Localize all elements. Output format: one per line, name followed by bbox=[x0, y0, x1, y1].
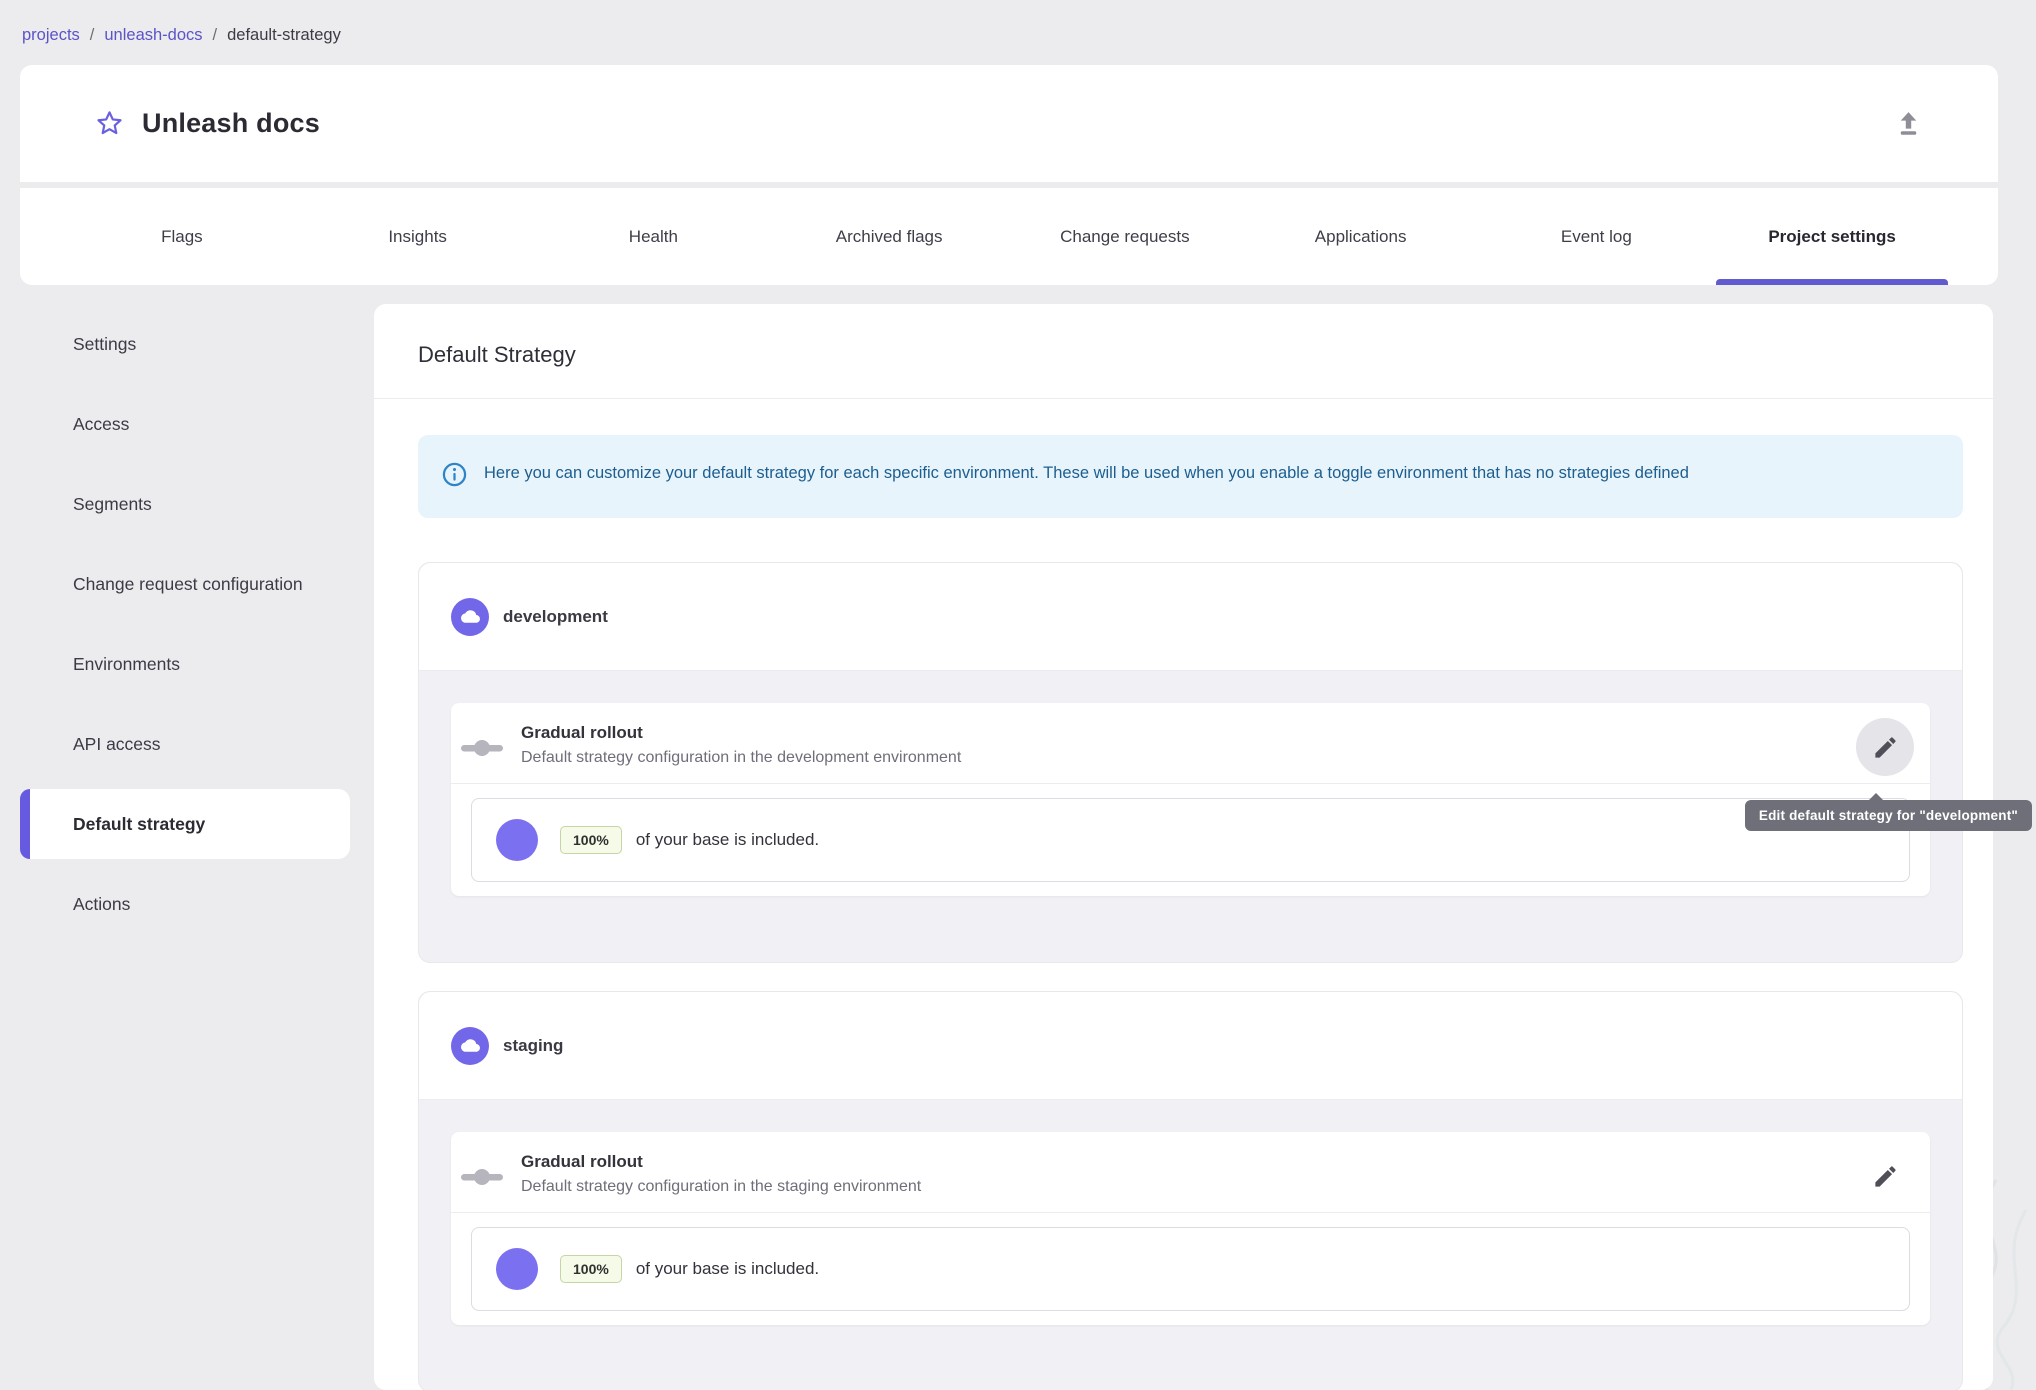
sidebar-item-segments[interactable]: Segments bbox=[20, 464, 350, 544]
info-alert: Here you can customize your default stra… bbox=[418, 435, 1963, 518]
favorite-button[interactable] bbox=[92, 107, 126, 141]
environment-card-staging: staging Gradual rollout Default strategy… bbox=[418, 991, 1963, 1390]
default-strategy-panel: Default Strategy Here you can customize … bbox=[374, 304, 2032, 1390]
sidebar-item-change-request-configuration[interactable]: Change request configuration bbox=[20, 544, 350, 624]
gradual-rollout-icon bbox=[459, 735, 505, 766]
page: projects / unleash-docs / default-strate… bbox=[0, 0, 2036, 1390]
breadcrumb-current: default-strategy bbox=[227, 26, 341, 44]
tab-event-log[interactable]: Event log bbox=[1479, 188, 1715, 285]
tab-flags[interactable]: Flags bbox=[64, 188, 300, 285]
star-icon bbox=[96, 111, 122, 135]
cloud-icon bbox=[451, 597, 489, 636]
panel-title: Default Strategy bbox=[374, 304, 1993, 399]
rollout-description: of your base is included. bbox=[635, 1259, 820, 1278]
edit-strategy-button-development[interactable] bbox=[1856, 718, 1914, 776]
tooltip-text: Edit default strategy for "development" bbox=[1758, 808, 2018, 823]
tab-archived-flags[interactable]: Archived flags bbox=[771, 188, 1007, 285]
sidebar-item-actions[interactable]: Actions bbox=[20, 864, 350, 944]
breadcrumb-separator: / bbox=[89, 26, 95, 44]
strategy-title: Gradual rollout bbox=[521, 723, 643, 742]
project-header: Unleash docs bbox=[20, 65, 1998, 182]
breadcrumb-separator: / bbox=[212, 26, 218, 44]
cloud-icon bbox=[451, 1026, 489, 1065]
strategy-card-staging: Gradual rollout Default strategy configu… bbox=[451, 1132, 1930, 1325]
tab-change-requests[interactable]: Change requests bbox=[1007, 188, 1243, 285]
gradual-rollout-icon bbox=[459, 1164, 505, 1195]
environment-name: staging bbox=[503, 1035, 564, 1055]
strategy-header: Gradual rollout Default strategy configu… bbox=[451, 1132, 1930, 1213]
strategy-body: 100% of your base is included. bbox=[451, 784, 1930, 896]
strategy-card-development: Gradual rollout Default strategy configu… bbox=[451, 703, 2032, 896]
edit-strategy-button-staging[interactable] bbox=[1856, 1147, 1914, 1205]
tab-project-settings[interactable]: Project settings bbox=[1714, 188, 1950, 285]
strategy-title: Gradual rollout bbox=[521, 1152, 643, 1171]
pencil-icon bbox=[1874, 736, 1896, 758]
environment-body-staging: Gradual rollout Default strategy configu… bbox=[419, 1100, 1962, 1390]
info-alert-text: Here you can customize your default stra… bbox=[484, 464, 1689, 482]
environment-header-development: development bbox=[419, 563, 1962, 671]
breadcrumb-link-project[interactable]: unleash-docs bbox=[104, 26, 202, 45]
strategy-description: Default strategy configuration in the de… bbox=[521, 749, 962, 766]
upload-icon bbox=[1900, 112, 1916, 135]
rollout-percent-badge: 100% bbox=[560, 826, 622, 854]
sidebar-item-settings[interactable]: Settings bbox=[20, 304, 350, 384]
settings-sidebar: Settings Access Segments Change request … bbox=[20, 304, 350, 944]
tooltip-arrow bbox=[1868, 793, 1884, 801]
rollout-summary: 100% of your base is included. bbox=[471, 1227, 1910, 1311]
strategy-header: Gradual rollout Default strategy configu… bbox=[451, 703, 2032, 831]
project-tabs: Flags Insights Health Archived flags Cha… bbox=[20, 188, 1998, 285]
panel-body: Here you can customize your default stra… bbox=[374, 399, 2032, 1390]
environment-body-development: Gradual rollout Default strategy configu… bbox=[419, 671, 2032, 962]
export-button[interactable] bbox=[1888, 104, 1928, 144]
tab-insights[interactable]: Insights bbox=[300, 188, 536, 285]
environment-card-development: development Gradual rollout Default stra… bbox=[418, 562, 2032, 963]
environment-header-staging: staging bbox=[419, 992, 1962, 1100]
sidebar-item-access[interactable]: Access bbox=[20, 384, 350, 464]
info-icon bbox=[441, 461, 468, 493]
rollout-description: of your base is included. bbox=[635, 830, 820, 849]
tab-applications[interactable]: Applications bbox=[1243, 188, 1479, 285]
pencil-icon bbox=[1874, 1165, 1896, 1187]
breadcrumb: projects / unleash-docs / default-strate… bbox=[22, 26, 341, 45]
rollout-percent-badge: 100% bbox=[560, 1255, 622, 1283]
sidebar-item-default-strategy[interactable]: Default strategy bbox=[20, 789, 350, 859]
rollout-pie-100 bbox=[496, 819, 538, 861]
strategy-description: Default strategy configuration in the st… bbox=[521, 1178, 922, 1195]
rollout-pie-100 bbox=[496, 1248, 538, 1290]
strategy-body: 100% of your base is included. bbox=[451, 1213, 1930, 1325]
edit-strategy-tooltip: Edit default strategy for "development" bbox=[1744, 793, 2032, 831]
tab-health[interactable]: Health bbox=[536, 188, 772, 285]
breadcrumb-link-projects[interactable]: projects bbox=[22, 26, 80, 45]
sidebar-item-api-access[interactable]: API access bbox=[20, 704, 350, 784]
sidebar-item-environments[interactable]: Environments bbox=[20, 624, 350, 704]
page-title: Unleash docs bbox=[142, 108, 320, 138]
rollout-summary: 100% of your base is included. bbox=[471, 798, 1910, 882]
environment-name: development bbox=[503, 606, 608, 626]
